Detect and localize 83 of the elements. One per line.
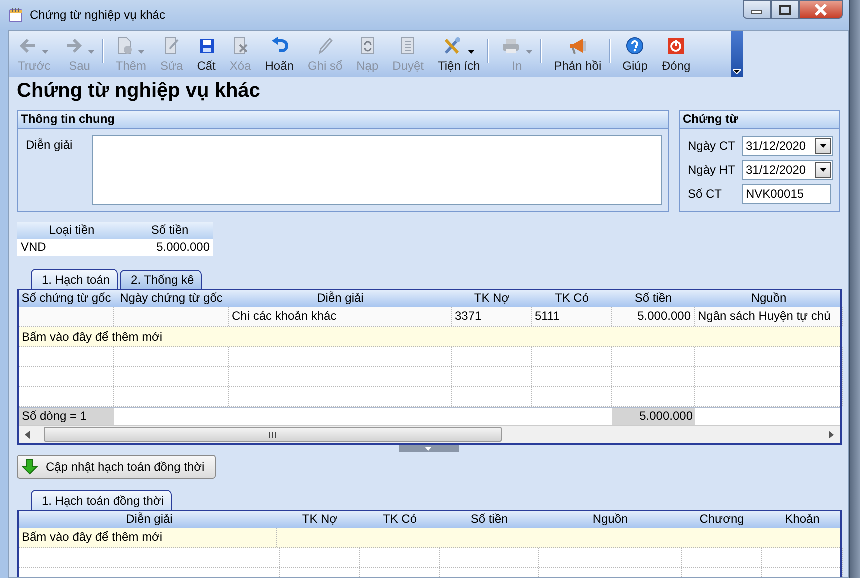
dropdown-caret-icon xyxy=(526,50,534,54)
table-cell: 3371 xyxy=(455,309,482,323)
column-header: TK Nợ xyxy=(301,511,339,528)
field-label: Ngày CT xyxy=(688,139,736,153)
table-cell-text: 5.000.000 xyxy=(156,239,211,256)
left-arrow-icon xyxy=(25,430,30,438)
dropdown-caret-icon xyxy=(88,50,95,54)
dropdown-caret-icon xyxy=(138,50,146,54)
column-header: Ngày chứng từ gốc xyxy=(119,290,224,307)
document-delete-icon xyxy=(232,36,249,54)
panel-header: Chứng từ xyxy=(680,111,839,129)
help-icon xyxy=(626,36,644,54)
printer-icon xyxy=(501,36,522,54)
right-arrow-icon xyxy=(64,38,83,54)
column-header: TK Có xyxy=(554,290,590,307)
tab[interactable]: 1. Hạch toán xyxy=(31,269,118,289)
maximize-button[interactable] xyxy=(771,0,799,19)
column-header: Diễn giải xyxy=(316,290,365,307)
column-header: Số chứng từ gốc xyxy=(20,290,112,307)
column-header: TK Có xyxy=(382,511,418,528)
document-list-icon xyxy=(400,36,416,54)
dropdown-caret-icon xyxy=(820,168,826,172)
document-add-icon xyxy=(117,36,134,54)
table-cell: 5111 xyxy=(535,309,560,323)
column-header: Khoản xyxy=(784,511,821,528)
description-field[interactable] xyxy=(92,135,662,205)
column-header: TK Nợ xyxy=(473,290,511,307)
wrench-screwdriver-icon xyxy=(443,36,464,54)
column-header: Loại tiền xyxy=(48,222,96,239)
horizontal-scrollbar[interactable] xyxy=(19,425,840,443)
table-cell: 5.000.000 xyxy=(638,309,691,323)
tab[interactable]: 2. Thống kê xyxy=(120,270,202,289)
date-field[interactable]: 31/12/2020 xyxy=(742,160,833,180)
update-button[interactable]: Cập nhật hạch toán đồng thời xyxy=(17,455,216,479)
table-cell: Ngân sách Huyện tự chủ xyxy=(698,309,831,323)
toolbar-button[interactable]: Đóng xyxy=(654,31,698,77)
grip-icon xyxy=(269,432,277,438)
dropdown-caret-icon xyxy=(468,50,476,54)
dropdown-caret-icon xyxy=(42,50,50,54)
panel-header: Thông tin chung xyxy=(18,111,668,129)
row-count: Số dòng = 1 xyxy=(19,408,114,425)
column-header: Số tiền xyxy=(470,511,510,528)
column-header: Số tiền xyxy=(634,290,674,307)
splitter-handle[interactable] xyxy=(398,445,458,452)
document-refresh-icon xyxy=(360,36,376,54)
toolbar-button[interactable]: Phản hồi xyxy=(547,31,616,77)
toolbar-button[interactable]: Tiện ích xyxy=(431,31,494,77)
toolbar-button[interactable]: Giúp xyxy=(616,31,655,77)
down-arrow-icon xyxy=(22,459,38,475)
close-button[interactable] xyxy=(799,0,843,19)
toolbar-overflow-button[interactable] xyxy=(731,31,743,77)
maximize-icon xyxy=(779,4,791,14)
dropdown-caret-icon xyxy=(820,144,826,148)
field-label: Diễn giải xyxy=(26,137,74,154)
close-icon xyxy=(814,4,828,16)
toolbar-button[interactable]: Hoãn xyxy=(258,31,301,77)
document-edit-icon xyxy=(164,36,180,54)
table-cell: Chi các khoản khác xyxy=(232,309,337,323)
left-arrow-icon xyxy=(19,38,38,54)
window-title: Chứng từ nghiệp vụ khác xyxy=(30,8,166,22)
new-row[interactable]: Bấm vào đây để thêm mới xyxy=(19,528,840,548)
minimize-button[interactable] xyxy=(743,0,771,19)
tab[interactable]: 1. Hạch toán đồng thời xyxy=(31,490,172,510)
column-header: Nguồn xyxy=(750,290,788,307)
toolbar-button[interactable]: Cất xyxy=(190,31,223,77)
field-label: Ngày HT xyxy=(688,163,736,177)
right-arrow-icon xyxy=(829,430,834,438)
total-cell: 5.000.000 xyxy=(612,408,695,425)
pencil-icon xyxy=(317,36,334,54)
table-cell-text: VND xyxy=(20,239,48,256)
column-header: Diễn giải xyxy=(125,511,174,528)
column-header: Số tiền xyxy=(150,222,190,239)
column-header: Nguồn xyxy=(592,511,630,528)
new-row[interactable]: Bấm vào đây để thêm mới xyxy=(19,327,840,347)
text-field[interactable]: NVK00015 xyxy=(742,184,831,204)
undo-arrow-icon xyxy=(270,36,289,54)
field-label: Số CT xyxy=(688,187,724,201)
notepad-icon xyxy=(8,7,24,23)
form-heading: Chứng từ nghiệp vụ khác xyxy=(16,79,262,104)
column-header: Chương xyxy=(698,511,746,528)
date-field[interactable]: 31/12/2020 xyxy=(742,136,833,156)
caret-icon xyxy=(733,68,741,74)
power-icon xyxy=(667,36,686,54)
